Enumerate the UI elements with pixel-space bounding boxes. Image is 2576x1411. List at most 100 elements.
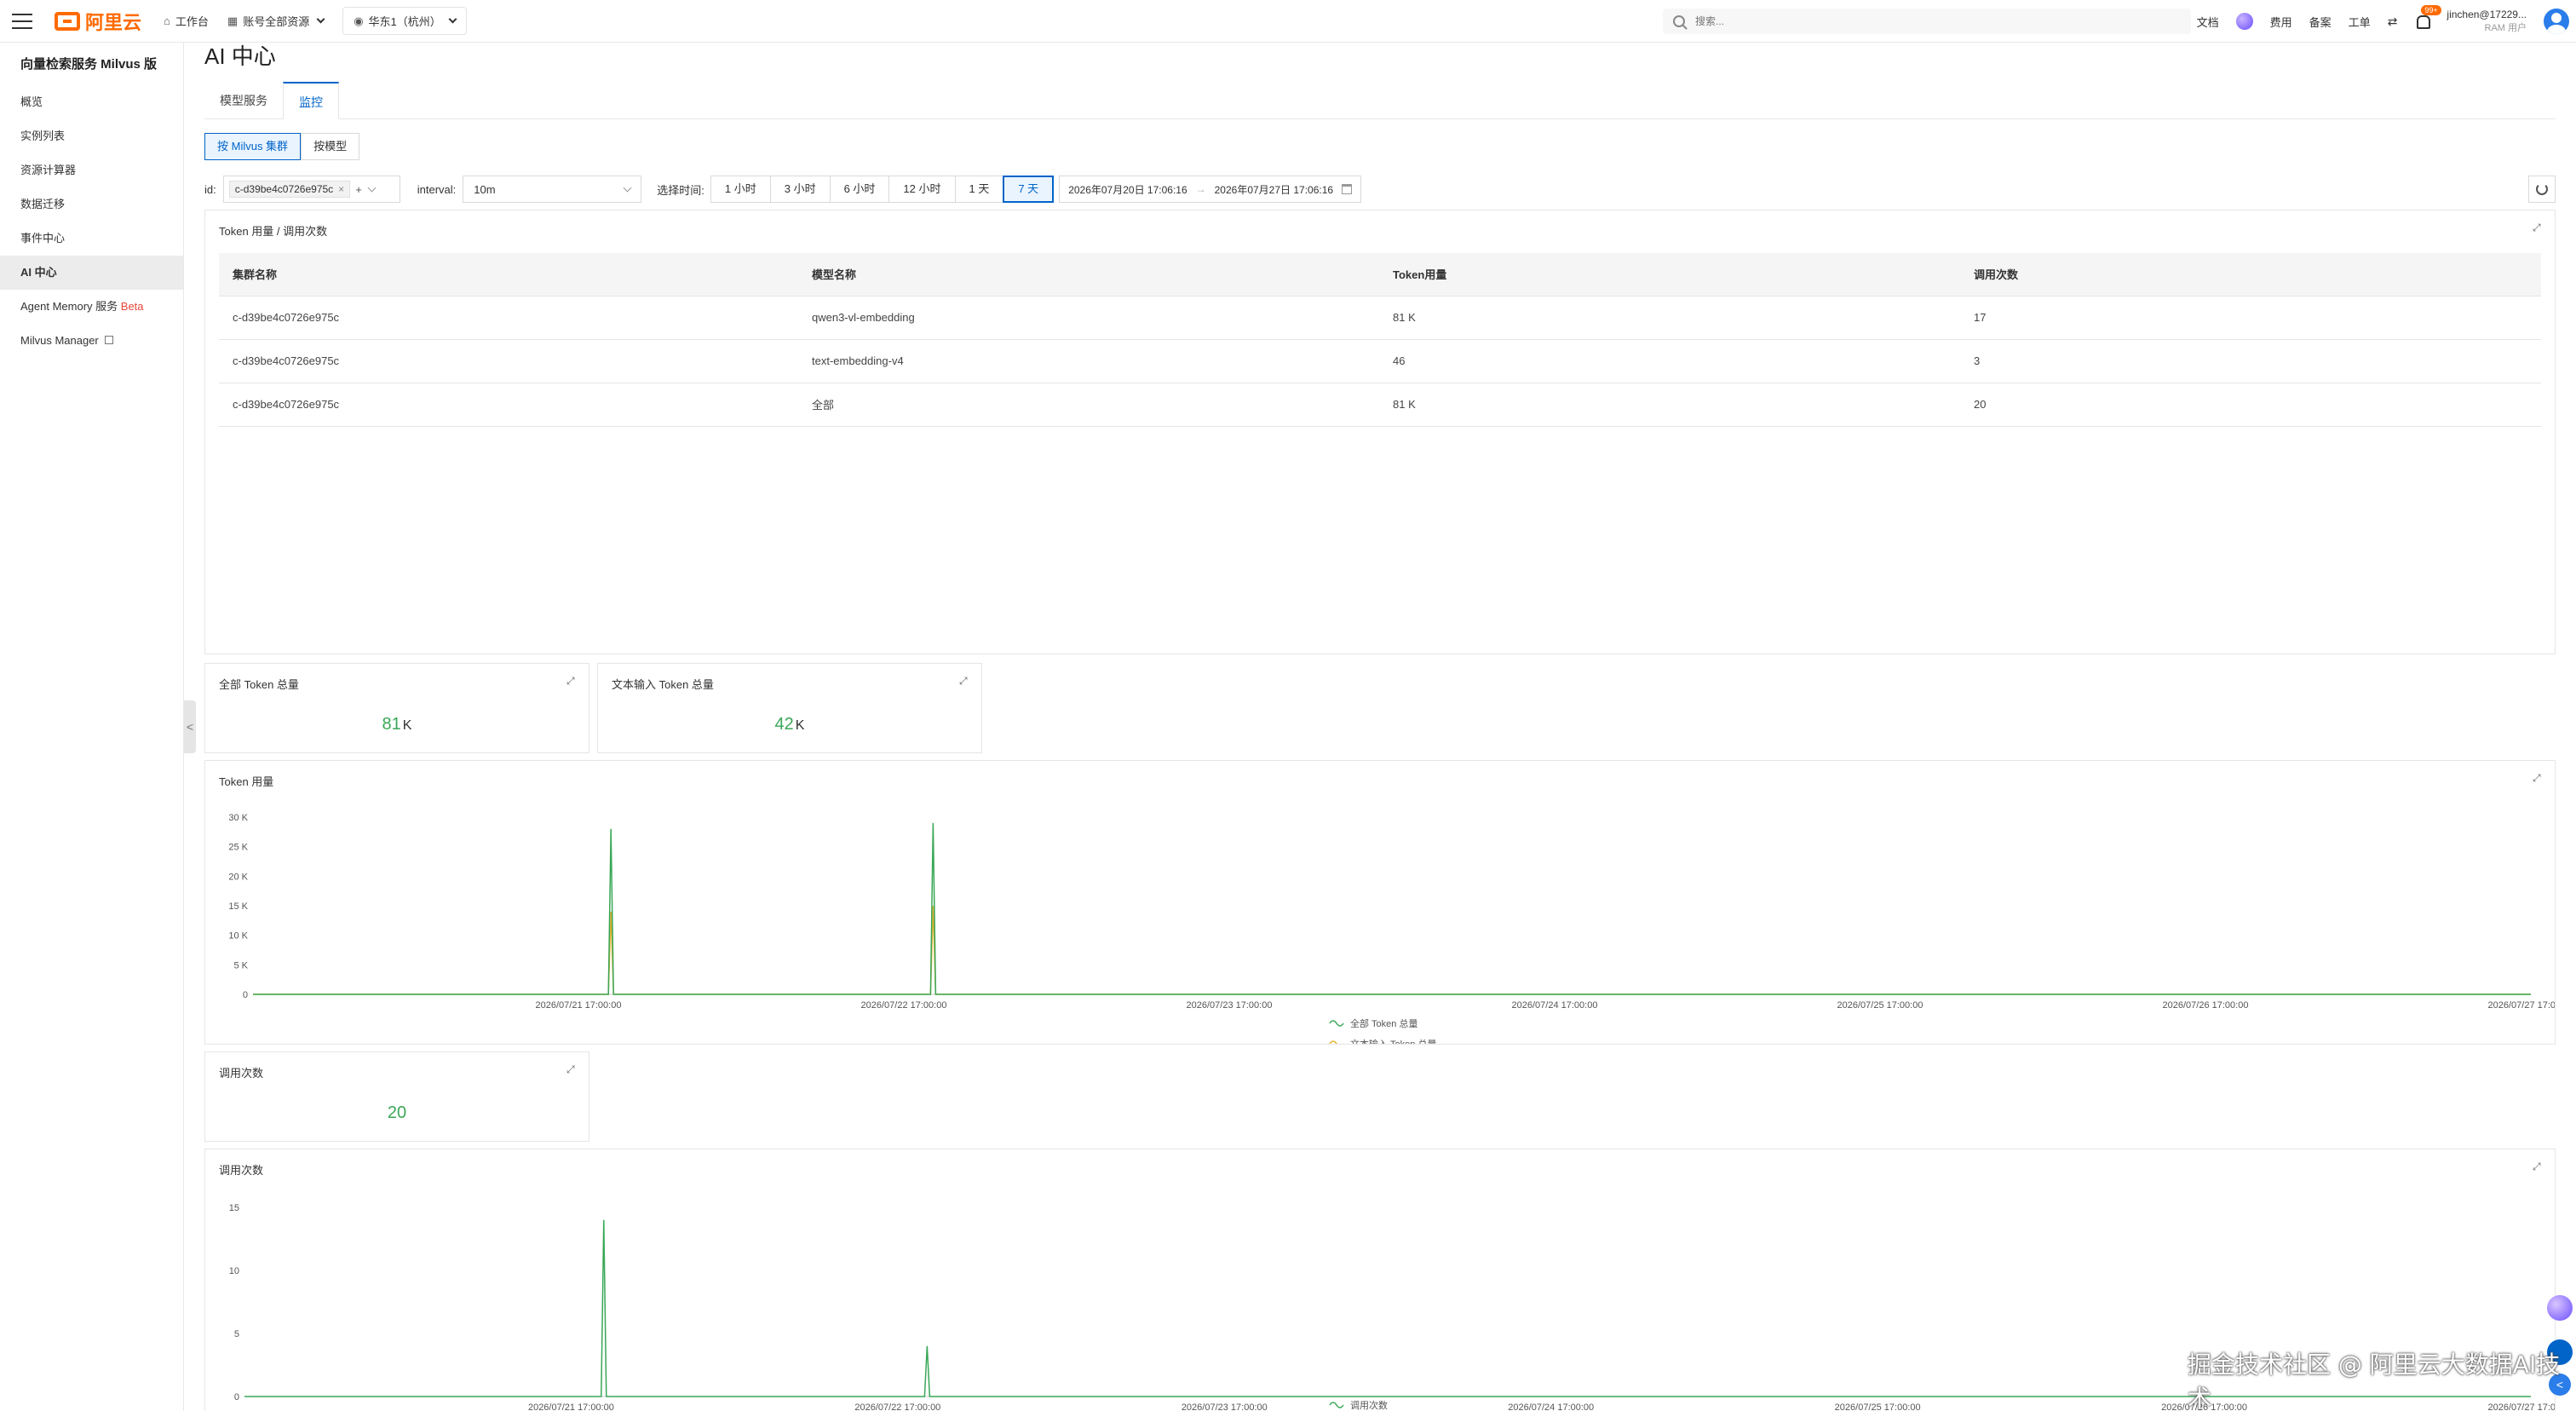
region-label: 华东1（杭州）: [368, 15, 441, 28]
token-usage-chart: 0 5 K 10 K 15 K 20 K 25 K 30 K 2026/07/21 17:00…: [228, 813, 2555, 1044]
account-resources-dropdown[interactable]: ▦ 账号全部资源: [227, 13, 325, 29]
beta-badge: Beta: [120, 300, 144, 313]
time-12h-button[interactable]: 12 小时: [888, 176, 956, 203]
series-line: [253, 822, 2531, 995]
card-title: Token 用量 / 调用次数: [219, 225, 328, 238]
translate-icon[interactable]: ⇄: [2388, 14, 2398, 29]
y-tick-label: 0: [243, 990, 248, 1000]
sidebar-item-ai-center[interactable]: AI 中心: [0, 256, 183, 290]
top-bar: 阿里云 ⌂ 工作台 ▦ 账号全部资源 ◉ 华东1（杭州） 文档 费用 备案 工单…: [0, 0, 2576, 43]
close-icon[interactable]: ×: [338, 183, 344, 195]
expand-icon[interactable]: [2533, 222, 2543, 233]
time-7d-button[interactable]: 7 天: [1003, 176, 1055, 203]
tab-monitoring[interactable]: 监控: [283, 82, 339, 119]
docs-link[interactable]: 文档: [2197, 14, 2219, 30]
calls-stat-card: 调用次数 20: [204, 1051, 589, 1142]
x-tick-label: 2026/07/24 17:00:00: [1508, 1402, 1594, 1411]
notification-bell-icon[interactable]: 99+: [2414, 5, 2441, 29]
ticket-link[interactable]: 工单: [2349, 14, 2371, 30]
id-multiselect[interactable]: c-d39be4c0726e975c × +: [222, 176, 400, 203]
aliyun-logo[interactable]: 阿里云: [55, 8, 141, 35]
table-cell: qwen3-vl-embedding: [798, 296, 1379, 340]
sidebar-item-overview[interactable]: 概览: [0, 85, 183, 119]
legend-swatch: [1329, 1040, 1343, 1044]
x-tick-label: 2026/07/24 17:00:00: [1512, 1000, 1598, 1011]
table-cell: 17: [1960, 296, 2541, 340]
billing-link[interactable]: 费用: [2270, 14, 2292, 30]
external-link-icon: [105, 336, 114, 344]
table-header-row: 集群名称 模型名称 Token用量 调用次数: [219, 253, 2541, 297]
time-1d-button[interactable]: 1 天: [954, 176, 1004, 203]
x-tick-label: 2026/07/21 17:00:00: [536, 1000, 622, 1011]
avatar[interactable]: [2544, 9, 2569, 34]
page-title: AI 中心: [204, 43, 276, 69]
icp-link[interactable]: 备案: [2309, 14, 2332, 30]
sidebar-item-label: Milvus Manager: [20, 334, 99, 347]
search-icon: [1673, 15, 1685, 27]
y-tick-label: 10: [229, 1266, 239, 1276]
subtab-by-model[interactable]: 按模型: [301, 133, 360, 160]
calls-value: 20: [387, 1103, 407, 1122]
table-cell: 46: [1379, 339, 1960, 383]
interval-label: interval:: [417, 182, 457, 196]
time-6h-button[interactable]: 6 小时: [829, 176, 890, 203]
x-tick-label: 2026/07/27 17:00:00: [2488, 1000, 2555, 1011]
table-row: c-d39be4c0726e975c qwen3-vl-embedding 81…: [219, 296, 2541, 340]
table-cell: 3: [1960, 339, 2541, 383]
sidebar-title: 向量检索服务 Milvus 版: [20, 57, 158, 72]
card-title: 全部 Token 总量: [219, 678, 299, 691]
card-title: 文本输入 Token 总量: [612, 678, 714, 691]
time-3h-button[interactable]: 3 小时: [769, 176, 831, 203]
workbench-label: 工作台: [175, 15, 209, 28]
legend-label[interactable]: 文本输入 Token 总量: [1350, 1038, 1436, 1044]
ai-assistant-icon[interactable]: [2235, 13, 2253, 30]
sidebar-item-milvus-manager[interactable]: Milvus Manager: [0, 324, 183, 358]
sidebar-item-agent-memory[interactable]: Agent Memory 服务 Beta: [0, 290, 183, 324]
sidebar-item-calculator[interactable]: 资源计算器: [0, 153, 183, 187]
global-search[interactable]: [1663, 9, 2191, 34]
all-token-stat-card: 全部 Token 总量 81K: [204, 663, 589, 753]
search-input[interactable]: [1695, 15, 2172, 27]
expand-icon[interactable]: [566, 1064, 577, 1074]
workbench-link[interactable]: ⌂ 工作台: [164, 13, 209, 29]
account-resources-label: 账号全部资源: [243, 15, 310, 28]
date-range-picker[interactable]: 2026年07月20日 17:06:16 → 2026年07月27日 17:06…: [1059, 176, 1362, 203]
tab-model-service[interactable]: 模型服务: [204, 82, 283, 119]
plus-icon[interactable]: +: [355, 183, 362, 196]
filter-row: id: c-d39be4c0726e975c × + interval: 10m…: [204, 176, 2556, 203]
x-tick-label: 2026/07/26 17:00:00: [2163, 1000, 2249, 1011]
legend-label[interactable]: 全部 Token 总量: [1350, 1017, 1417, 1029]
table-cell: c-d39be4c0726e975c: [219, 339, 798, 383]
sidebar-item-events[interactable]: 事件中心: [0, 222, 183, 256]
interval-select[interactable]: 10m: [463, 176, 642, 203]
region-selector[interactable]: ◉ 华东1（杭州）: [342, 7, 467, 35]
stat-unit: K: [795, 718, 805, 733]
sidebar-item-migration[interactable]: 数据迁移: [0, 187, 183, 222]
expand-icon[interactable]: [959, 676, 969, 686]
ai-assistant-float-icon[interactable]: [2547, 1295, 2573, 1321]
column-header: 模型名称: [798, 253, 1379, 297]
table-cell: c-d39be4c0726e975c: [219, 383, 798, 427]
arrow-right-icon: →: [1195, 183, 1206, 195]
y-tick-label: 0: [234, 1392, 239, 1402]
column-header: 集群名称: [219, 253, 798, 297]
subtab-by-cluster[interactable]: 按 Milvus 集群: [204, 133, 302, 160]
stat-value: 20: [205, 1103, 589, 1123]
text-token-stat-card: 文本输入 Token 总量 42K: [597, 663, 982, 753]
table-cell: 81 K: [1379, 383, 1960, 427]
x-tick-label: 2026/07/25 17:00:00: [1835, 1402, 1921, 1411]
y-tick-label: 15 K: [228, 901, 248, 912]
legend-label[interactable]: 调用次数: [1350, 1399, 1388, 1411]
menu-icon[interactable]: [12, 13, 32, 29]
time-1h-button[interactable]: 1 小时: [710, 176, 771, 203]
expand-icon[interactable]: [566, 676, 577, 686]
stat-value: 81 K: [205, 715, 589, 734]
table-cell: 81 K: [1379, 296, 1960, 340]
user-info[interactable]: jinchen@17229... RAM 用户: [2447, 8, 2527, 35]
notification-badge: 99+: [2421, 5, 2441, 15]
refresh-button[interactable]: [2528, 176, 2556, 203]
sidebar-item-instances[interactable]: 实例列表: [0, 119, 183, 153]
sidebar-collapse-handle[interactable]: <: [184, 700, 196, 753]
sidebar-item-label: Agent Memory 服务: [20, 300, 118, 313]
logo-text: 阿里云: [85, 11, 142, 33]
